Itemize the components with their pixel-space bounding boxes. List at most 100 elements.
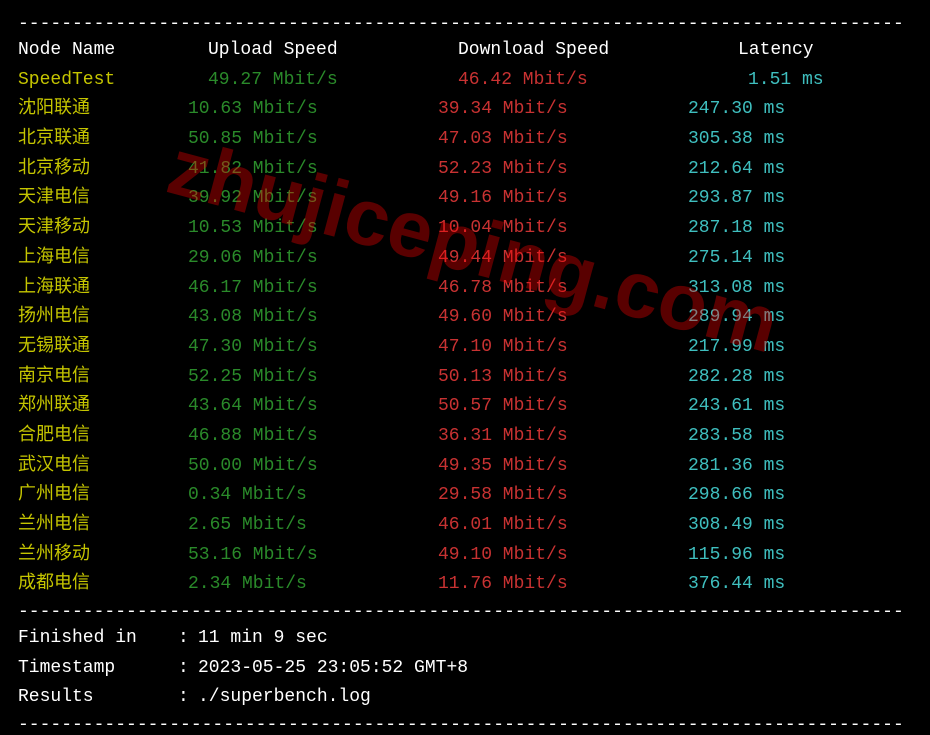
- footer-timestamp: Timestamp : 2023-05-25 23:05:52 GMT+8: [18, 654, 912, 684]
- latency: 298.66 ms: [688, 481, 912, 511]
- upload-speed: 50.00 Mbit/s: [188, 452, 438, 482]
- node-name: 武汉电信: [18, 452, 188, 482]
- results-label: Results: [18, 683, 178, 713]
- node-name: 兰州电信: [18, 511, 188, 541]
- node-name: 无锡联通: [18, 333, 188, 363]
- table-row: 南京电信52.25 Mbit/s50.13 Mbit/s282.28 ms: [18, 363, 912, 393]
- speedtest-upload: 49.27 Mbit/s: [188, 66, 438, 96]
- upload-speed: 39.92 Mbit/s: [188, 184, 438, 214]
- latency: 212.64 ms: [688, 155, 912, 185]
- speedtest-download: 46.42 Mbit/s: [438, 66, 688, 96]
- download-speed: 46.78 Mbit/s: [438, 274, 688, 304]
- table-row: 郑州联通43.64 Mbit/s50.57 Mbit/s243.61 ms: [18, 392, 912, 422]
- divider-top: ----------------------------------------…: [18, 14, 912, 34]
- footer-results: Results : ./superbench.log: [18, 683, 912, 713]
- upload-speed: 0.34 Mbit/s: [188, 481, 438, 511]
- table-row: 北京联通50.85 Mbit/s47.03 Mbit/s305.38 ms: [18, 125, 912, 155]
- download-speed: 49.35 Mbit/s: [438, 452, 688, 482]
- latency: 313.08 ms: [688, 274, 912, 304]
- results-value: ./superbench.log: [198, 683, 371, 713]
- node-name: 广州电信: [18, 481, 188, 511]
- node-name: 扬州电信: [18, 303, 188, 333]
- upload-speed: 43.08 Mbit/s: [188, 303, 438, 333]
- download-speed: 10.04 Mbit/s: [438, 214, 688, 244]
- node-name: 上海联通: [18, 274, 188, 304]
- table-row: 成都电信2.34 Mbit/s11.76 Mbit/s376.44 ms: [18, 570, 912, 600]
- upload-speed: 50.85 Mbit/s: [188, 125, 438, 155]
- download-speed: 50.57 Mbit/s: [438, 392, 688, 422]
- download-speed: 49.10 Mbit/s: [438, 541, 688, 571]
- footer-finished: Finished in : 11 min 9 sec: [18, 624, 912, 654]
- footer-sep: :: [178, 683, 198, 713]
- table-row: 兰州电信2.65 Mbit/s46.01 Mbit/s308.49 ms: [18, 511, 912, 541]
- download-speed: 49.44 Mbit/s: [438, 244, 688, 274]
- latency: 243.61 ms: [688, 392, 912, 422]
- upload-speed: 53.16 Mbit/s: [188, 541, 438, 571]
- latency: 281.36 ms: [688, 452, 912, 482]
- speedtest-latency: 1.51 ms: [688, 66, 912, 96]
- download-speed: 49.60 Mbit/s: [438, 303, 688, 333]
- speedtest-name: SpeedTest: [18, 66, 188, 96]
- divider-bottom: ----------------------------------------…: [18, 715, 912, 735]
- latency: 115.96 ms: [688, 541, 912, 571]
- download-speed: 49.16 Mbit/s: [438, 184, 688, 214]
- download-speed: 36.31 Mbit/s: [438, 422, 688, 452]
- table-row: 北京移动41.82 Mbit/s52.23 Mbit/s212.64 ms: [18, 155, 912, 185]
- upload-speed: 46.88 Mbit/s: [188, 422, 438, 452]
- header-node: Node Name: [18, 36, 188, 66]
- node-name: 北京联通: [18, 125, 188, 155]
- table-row: 天津移动10.53 Mbit/s10.04 Mbit/s287.18 ms: [18, 214, 912, 244]
- header-download: Download Speed: [438, 36, 688, 66]
- latency: 308.49 ms: [688, 511, 912, 541]
- download-speed: 29.58 Mbit/s: [438, 481, 688, 511]
- speedtest-row: SpeedTest 49.27 Mbit/s 46.42 Mbit/s 1.51…: [18, 66, 912, 96]
- download-speed: 50.13 Mbit/s: [438, 363, 688, 393]
- upload-speed: 43.64 Mbit/s: [188, 392, 438, 422]
- download-speed: 47.10 Mbit/s: [438, 333, 688, 363]
- table-row: 上海电信29.06 Mbit/s49.44 Mbit/s275.14 ms: [18, 244, 912, 274]
- latency: 289.94 ms: [688, 303, 912, 333]
- node-name: 天津移动: [18, 214, 188, 244]
- upload-speed: 41.82 Mbit/s: [188, 155, 438, 185]
- latency: 283.58 ms: [688, 422, 912, 452]
- table-row: 广州电信0.34 Mbit/s29.58 Mbit/s298.66 ms: [18, 481, 912, 511]
- upload-speed: 52.25 Mbit/s: [188, 363, 438, 393]
- header-upload: Upload Speed: [188, 36, 438, 66]
- table-row: 无锡联通47.30 Mbit/s47.10 Mbit/s217.99 ms: [18, 333, 912, 363]
- latency: 287.18 ms: [688, 214, 912, 244]
- upload-speed: 29.06 Mbit/s: [188, 244, 438, 274]
- download-speed: 46.01 Mbit/s: [438, 511, 688, 541]
- node-name: 南京电信: [18, 363, 188, 393]
- download-speed: 47.03 Mbit/s: [438, 125, 688, 155]
- timestamp-value: 2023-05-25 23:05:52 GMT+8: [198, 654, 468, 684]
- upload-speed: 47.30 Mbit/s: [188, 333, 438, 363]
- divider-mid: ----------------------------------------…: [18, 602, 912, 622]
- header-latency: Latency: [688, 36, 912, 66]
- download-speed: 11.76 Mbit/s: [438, 570, 688, 600]
- node-name: 合肥电信: [18, 422, 188, 452]
- node-name: 郑州联通: [18, 392, 188, 422]
- upload-speed: 2.65 Mbit/s: [188, 511, 438, 541]
- table-row: 武汉电信50.00 Mbit/s49.35 Mbit/s281.36 ms: [18, 452, 912, 482]
- table-header: Node Name Upload Speed Download Speed La…: [18, 36, 912, 66]
- finished-label: Finished in: [18, 624, 178, 654]
- table-row: 扬州电信43.08 Mbit/s49.60 Mbit/s289.94 ms: [18, 303, 912, 333]
- latency: 376.44 ms: [688, 570, 912, 600]
- node-name: 沈阳联通: [18, 95, 188, 125]
- table-row: 沈阳联通10.63 Mbit/s39.34 Mbit/s247.30 ms: [18, 95, 912, 125]
- node-name: 北京移动: [18, 155, 188, 185]
- node-name: 成都电信: [18, 570, 188, 600]
- latency: 282.28 ms: [688, 363, 912, 393]
- latency: 293.87 ms: [688, 184, 912, 214]
- node-name: 天津电信: [18, 184, 188, 214]
- latency: 247.30 ms: [688, 95, 912, 125]
- table-row: 上海联通46.17 Mbit/s46.78 Mbit/s313.08 ms: [18, 274, 912, 304]
- timestamp-label: Timestamp: [18, 654, 178, 684]
- download-speed: 52.23 Mbit/s: [438, 155, 688, 185]
- download-speed: 39.34 Mbit/s: [438, 95, 688, 125]
- finished-value: 11 min 9 sec: [198, 624, 328, 654]
- table-row: 兰州移动53.16 Mbit/s49.10 Mbit/s115.96 ms: [18, 541, 912, 571]
- node-name: 上海电信: [18, 244, 188, 274]
- table-row: 天津电信39.92 Mbit/s49.16 Mbit/s293.87 ms: [18, 184, 912, 214]
- footer-sep: :: [178, 624, 198, 654]
